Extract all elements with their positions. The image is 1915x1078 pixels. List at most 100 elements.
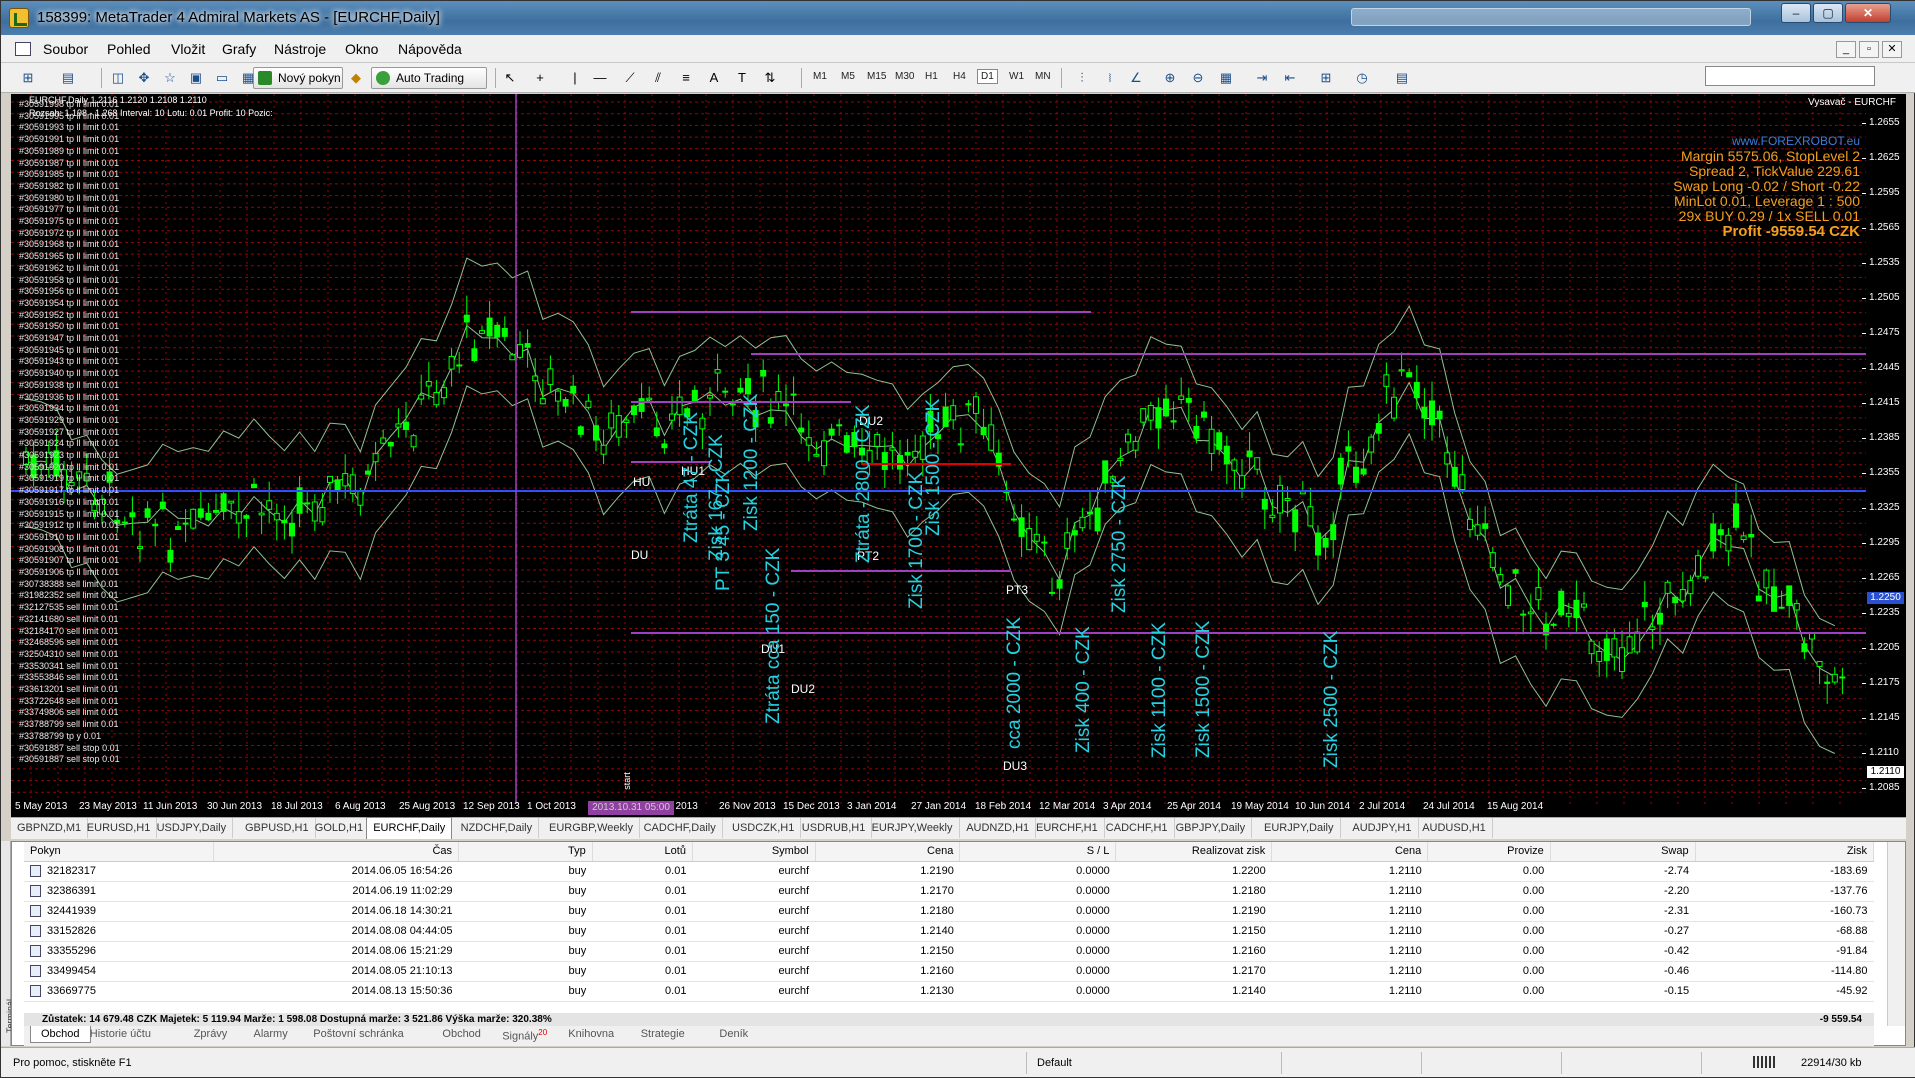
document-icon[interactable] xyxy=(15,42,31,56)
column-header[interactable]: Pokyn xyxy=(24,842,214,862)
fibonacci-icon[interactable]: ≡ xyxy=(677,69,695,87)
table-row[interactable]: 33355296 2014.08.06 15:21:29 buy 0.01 eurchf… xyxy=(24,941,1874,962)
chart-tab[interactable]: EURJPY,Weekly xyxy=(866,818,960,838)
chart-tab[interactable]: EURGBP,Weekly xyxy=(543,818,640,838)
column-header[interactable]: S / L xyxy=(959,842,1117,862)
table-row[interactable]: 33669775 2014.08.13 15:50:36 buy 0.01 eurchf… xyxy=(24,981,1874,1002)
chart-tab[interactable]: GOLD,H1 xyxy=(309,818,371,838)
tf-d1[interactable]: D1 xyxy=(977,69,998,84)
profiles-icon[interactable]: ▤ xyxy=(59,69,77,87)
cursor-icon[interactable]: ↖ xyxy=(501,69,519,87)
chart-tab[interactable]: GBPNZD,M1 xyxy=(11,818,89,838)
new-chart-icon[interactable]: ⊞ xyxy=(19,69,37,87)
column-header[interactable]: Zisk xyxy=(1695,842,1875,862)
terminal-tab[interactable]: Zprávy xyxy=(194,1028,228,1040)
column-header[interactable]: Čas xyxy=(213,842,460,862)
zoom-in-icon[interactable]: ⊕ xyxy=(1161,69,1179,87)
tf-mn[interactable]: MN xyxy=(1035,71,1051,82)
tf-m15[interactable]: M15 xyxy=(867,71,886,82)
mdi-restore-button[interactable]: ▫ xyxy=(1859,41,1879,58)
table-row[interactable]: 33152826 2014.08.08 04:44:05 buy 0.01 eurchf… xyxy=(24,921,1874,942)
terminal-tab[interactable]: Alarmy xyxy=(254,1028,288,1040)
text-label-icon[interactable]: T xyxy=(733,69,751,87)
market-watch-icon[interactable]: ◫ xyxy=(109,69,127,87)
column-header[interactable]: Provize xyxy=(1427,842,1551,862)
autoscroll-icon[interactable]: ⇥ xyxy=(1253,69,1271,87)
menu-nastroje[interactable]: Nástroje xyxy=(274,41,326,57)
chart-tab[interactable]: EURCHF,Daily xyxy=(366,817,453,839)
chart-tab[interactable]: USDCZK,H1 xyxy=(726,818,802,838)
text-icon[interactable]: A xyxy=(705,69,723,87)
tf-h1[interactable]: H1 xyxy=(925,71,938,82)
tf-h4[interactable]: H4 xyxy=(953,71,966,82)
table-row[interactable]: 33499454 2014.08.05 21:10:13 buy 0.01 eurchf… xyxy=(24,961,1874,982)
toolbar-search-input[interactable] xyxy=(1705,66,1875,86)
templates-icon[interactable]: ▤ xyxy=(1393,69,1411,87)
chart-tab[interactable]: AUDUSD,H1 xyxy=(1416,818,1493,838)
tf-w1[interactable]: W1 xyxy=(1009,71,1024,82)
minimize-button[interactable]: – xyxy=(1781,3,1811,23)
chart-tab[interactable]: AUDJPY,H1 xyxy=(1346,818,1419,838)
tf-m5[interactable]: M5 xyxy=(841,71,855,82)
bar-chart-icon[interactable]: ⫶ xyxy=(1073,69,1091,87)
menu-napoveda[interactable]: Nápověda xyxy=(398,41,462,57)
trendline-icon[interactable]: ⟋ xyxy=(621,69,639,87)
table-row[interactable]: 32386391 2014.06.19 11:02:29 buy 0.01 eurchf… xyxy=(24,881,1874,902)
new-order-button[interactable]: Nový pokyn xyxy=(253,67,343,89)
chart-tab[interactable]: CADCHF,Daily xyxy=(638,818,723,838)
menu-okno[interactable]: Okno xyxy=(345,41,378,57)
menu-soubor[interactable]: Soubor xyxy=(43,41,88,57)
chart-shift-icon[interactable]: ⇤ xyxy=(1281,69,1299,87)
chart-tab[interactable]: GBPJPY,Daily xyxy=(1170,818,1253,838)
candle-chart-icon[interactable]: ⧘ xyxy=(1101,69,1119,87)
menu-pohled[interactable]: Pohled xyxy=(107,41,151,57)
column-header[interactable]: Typ xyxy=(458,842,593,862)
chart-tab[interactable]: NZDCHF,Daily xyxy=(455,818,540,838)
terminal-icon[interactable]: ▭ xyxy=(213,69,231,87)
arrows-icon[interactable]: ⇅ xyxy=(761,69,779,87)
chart-tab[interactable]: GBPUSD,H1 xyxy=(239,818,316,838)
mdi-minimize-button[interactable]: _ xyxy=(1836,41,1856,58)
zoom-out-icon[interactable]: ⊖ xyxy=(1189,69,1207,87)
column-header[interactable]: Cena xyxy=(1271,842,1429,862)
crosshair-icon[interactable]: ✥ xyxy=(135,69,153,87)
chart-tab[interactable]: USDJPY,Daily xyxy=(151,818,234,838)
metaeditor-icon[interactable]: ◆ xyxy=(347,69,365,87)
terminal-scrollbar[interactable] xyxy=(1887,842,1905,1026)
terminal-tab[interactable]: Poštovní schránka xyxy=(313,1028,404,1040)
menu-grafy[interactable]: Grafy xyxy=(222,41,256,57)
menu-vlozit[interactable]: Vložit xyxy=(171,41,205,57)
title-search[interactable] xyxy=(1351,8,1751,26)
terminal-tab[interactable]: Obchod xyxy=(442,1028,481,1040)
robot-url[interactable]: www.FOREXROBOT.eu xyxy=(1673,134,1860,149)
horizontal-line-icon[interactable]: — xyxy=(591,69,609,87)
chart-tab[interactable]: EURJPY,Daily xyxy=(1258,818,1341,838)
vertical-line-icon[interactable]: | xyxy=(566,69,584,87)
indicators-icon[interactable]: ⊞ xyxy=(1317,69,1335,87)
terminal-tab[interactable]: Obchod xyxy=(30,1026,91,1043)
tf-m1[interactable]: M1 xyxy=(813,71,827,82)
tf-m30[interactable]: M30 xyxy=(895,71,914,82)
column-header[interactable]: Symbol xyxy=(692,842,816,862)
price-chart[interactable] xyxy=(11,94,1906,817)
table-row[interactable]: 32441939 2014.06.18 14:30:21 buy 0.01 eurchf… xyxy=(24,901,1874,922)
column-header[interactable]: Realizovat zisk xyxy=(1115,842,1273,862)
terminal-tab[interactable]: Deník xyxy=(719,1028,748,1040)
column-header[interactable]: Cena xyxy=(815,842,961,862)
favorites-icon[interactable]: ☆ xyxy=(161,69,179,87)
column-header[interactable]: Swap xyxy=(1550,842,1696,862)
chart-tab[interactable]: USDRUB,H1 xyxy=(796,818,873,838)
chart-tab[interactable]: EURCHF,H1 xyxy=(1030,818,1105,838)
terminal-tab[interactable]: Knihovna xyxy=(568,1028,614,1040)
chart-tab[interactable]: AUDNZD,H1 xyxy=(960,818,1037,838)
navigator-icon[interactable]: ▣ xyxy=(187,69,205,87)
close-button[interactable]: ✕ xyxy=(1845,3,1891,23)
column-header[interactable]: Lotů xyxy=(592,842,693,862)
line-chart-icon[interactable]: ∠ xyxy=(1127,69,1145,87)
terminal-tab[interactable]: Historie účtu xyxy=(90,1028,151,1040)
chart-tab[interactable]: EURUSD,H1 xyxy=(81,818,158,838)
maximize-button[interactable]: ▢ xyxy=(1813,3,1843,23)
table-row[interactable]: 32182317 2014.06.05 16:54:26 buy 0.01 eurchf… xyxy=(24,861,1874,882)
mdi-close-button[interactable]: ✕ xyxy=(1882,41,1902,58)
tile-windows-icon[interactable]: ▦ xyxy=(1217,69,1235,87)
